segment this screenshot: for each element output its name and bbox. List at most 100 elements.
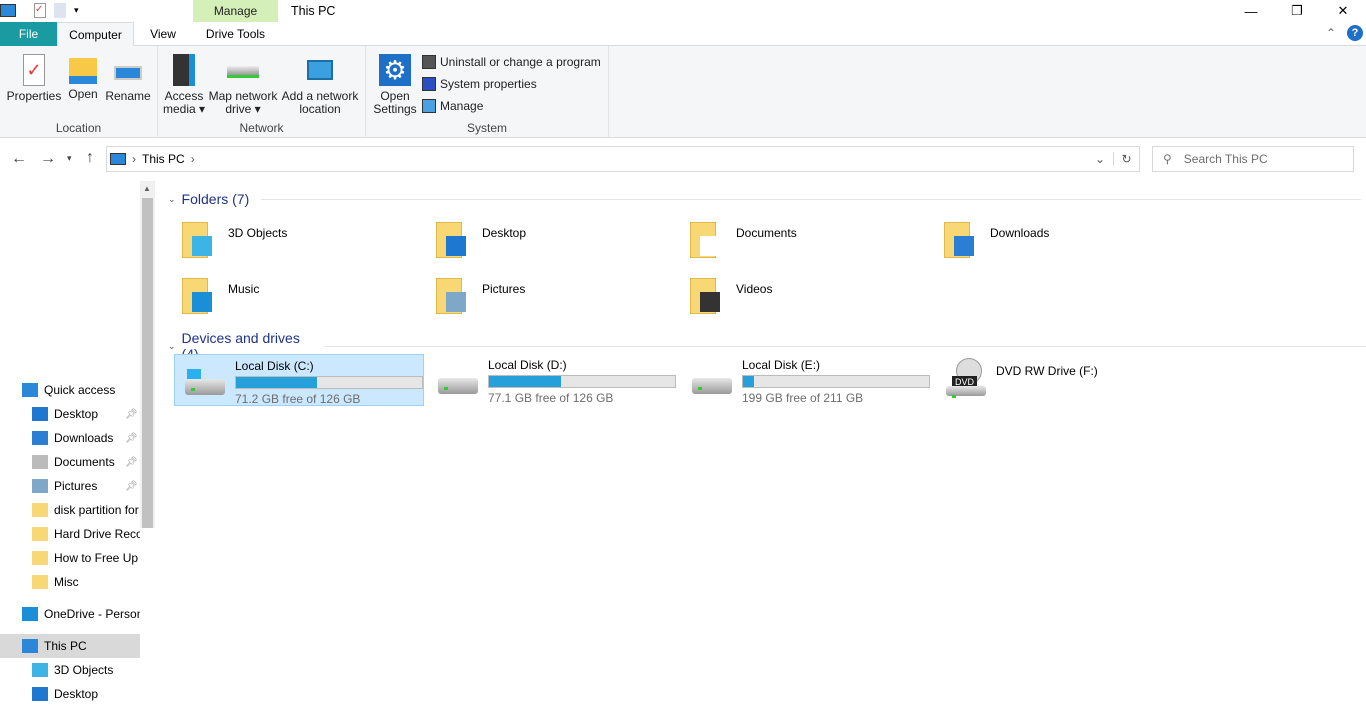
drive-name: Local Disk (C:) xyxy=(235,359,314,373)
pin-icon[interactable]: 📌︎ xyxy=(125,481,138,492)
folder-name: 3D Objects xyxy=(228,226,288,240)
drive-item[interactable]: Local Disk (C:) 71.2 GB free of 126 GB xyxy=(174,354,424,406)
folder-item[interactable]: Desktop xyxy=(434,218,526,268)
location-group: ✓ Properties Open Rename Location xyxy=(0,46,158,138)
tab-drive-tools[interactable]: Drive Tools xyxy=(193,22,278,46)
forward-button[interactable]: → xyxy=(40,150,56,168)
back-button[interactable]: ← xyxy=(11,150,27,168)
picture-icon xyxy=(32,479,48,493)
close-button[interactable]: ✕ xyxy=(1320,0,1366,22)
sidebar-item[interactable]: How to Free Up xyxy=(0,546,140,570)
sidebar-item-label: Pictures xyxy=(54,479,98,493)
sidebar-item-label: Quick access xyxy=(44,383,116,397)
drive-usage-bar xyxy=(742,375,930,388)
properties-icon[interactable]: ✓ xyxy=(34,3,46,18)
sidebar-item[interactable]: Quick access xyxy=(0,378,140,402)
search-box[interactable]: ⚲ Search This PC xyxy=(1152,146,1354,172)
folder-item[interactable]: 3D Objects xyxy=(180,218,287,268)
new-folder-icon[interactable] xyxy=(54,3,66,18)
breadcrumb-this-pc[interactable]: This PC xyxy=(142,152,185,166)
pin-icon[interactable]: 📌︎ xyxy=(125,433,138,444)
rename-button[interactable]: Rename xyxy=(104,54,152,103)
sidebar-item[interactable]: This PC xyxy=(0,634,140,658)
drive-item[interactable]: DVD DVD RW Drive (F:) xyxy=(936,354,1186,406)
scroll-up-arrow[interactable]: ▲ xyxy=(143,184,151,193)
folder-icon xyxy=(180,274,220,314)
sidebar-item[interactable]: Downloads 📌︎ xyxy=(0,426,140,450)
tab-view[interactable]: View xyxy=(134,22,192,46)
up-button[interactable]: ↑ xyxy=(86,149,94,167)
sidebar-item-label: Desktop xyxy=(54,687,99,701)
hard-drive-icon xyxy=(181,357,229,401)
sidebar-item-label: This PC xyxy=(44,639,87,653)
scrollbar-thumb[interactable] xyxy=(142,198,153,528)
drive-item[interactable]: Local Disk (D:) 77.1 GB free of 126 GB xyxy=(428,354,678,406)
minimize-button[interactable]: — xyxy=(1228,0,1274,22)
sidebar-item[interactable]: OneDrive - Person xyxy=(0,602,140,626)
map-network-drive-button[interactable]: Map network drive ▾ xyxy=(208,54,278,116)
sidebar-item-label: Desktop xyxy=(54,407,99,421)
rename-icon xyxy=(114,66,142,80)
sidebar-item[interactable]: Misc xyxy=(0,570,140,594)
computer-icon xyxy=(22,639,38,653)
group-label: Location xyxy=(55,121,102,135)
sidebar-item-label: Hard Drive Reco xyxy=(54,527,140,541)
maximize-button[interactable]: ❐ xyxy=(1274,0,1320,22)
folder-name: Pictures xyxy=(482,282,526,296)
collapse-ribbon-icon[interactable]: ⌃ xyxy=(1326,26,1336,40)
uninstall-program-button[interactable]: Uninstall or change a program xyxy=(422,55,601,69)
sidebar-item[interactable]: 3D Objects xyxy=(0,658,140,682)
manage-context-tab: Manage xyxy=(193,0,278,22)
open-button[interactable]: Open xyxy=(64,54,102,101)
star-icon xyxy=(22,383,38,397)
group-label: System xyxy=(466,121,507,135)
folder-name: Downloads xyxy=(990,226,1050,240)
folder-item[interactable]: Pictures xyxy=(434,274,525,324)
sidebar-item[interactable]: Documents 📌︎ xyxy=(0,450,140,474)
drive-item[interactable]: Local Disk (E:) 199 GB free of 211 GB xyxy=(682,354,932,406)
tab-computer[interactable]: Computer xyxy=(57,22,134,47)
add-network-location-button[interactable]: Add a network location xyxy=(280,54,360,116)
folder-icon xyxy=(688,218,728,258)
folder-item[interactable]: Documents xyxy=(688,218,797,268)
access-media-button[interactable]: Access media ▾ xyxy=(162,54,206,116)
folder-icon xyxy=(32,527,48,541)
customize-dropdown-icon[interactable]: ▾ xyxy=(74,5,79,16)
breadcrumb-separator: › xyxy=(132,152,136,166)
tab-file[interactable]: File xyxy=(0,22,57,46)
pin-icon[interactable]: 📌︎ xyxy=(125,457,138,468)
folder-item[interactable]: Downloads xyxy=(942,218,1049,268)
ribbon-tabs: File Computer View Drive Tools ⌃ ? xyxy=(0,22,1366,47)
folder-item[interactable]: Videos xyxy=(688,274,772,324)
address-bar[interactable]: › This PC › ⌄ ↻ xyxy=(106,146,1140,172)
sidebar-item[interactable]: Desktop 📌︎ xyxy=(0,402,140,426)
sidebar-item[interactable]: disk partition for xyxy=(0,498,140,522)
manage-button[interactable]: Manage xyxy=(422,99,483,113)
drive-free-space: 199 GB free of 211 GB xyxy=(742,391,864,405)
sidebar-item-label: Downloads xyxy=(54,431,114,445)
sidebar-item[interactable]: Hard Drive Reco xyxy=(0,522,140,546)
recent-locations-dropdown[interactable]: ▾ xyxy=(67,153,72,164)
sidebar-item[interactable]: Desktop xyxy=(0,682,140,706)
desktop-icon xyxy=(32,687,48,701)
sidebar-item[interactable]: Pictures 📌︎ xyxy=(0,474,140,498)
download-icon xyxy=(32,431,48,445)
refresh-button[interactable]: ↻ xyxy=(1113,152,1139,166)
folders-section-header[interactable]: ⌄ Folders (7) xyxy=(168,191,1361,207)
sidebar-item-label: Misc xyxy=(54,575,79,589)
group-label: Network xyxy=(239,121,284,135)
address-dropdown-button[interactable]: ⌄ xyxy=(1095,152,1105,166)
folder-item[interactable]: Music xyxy=(180,274,259,324)
open-settings-button[interactable]: ⚙ Open Settings xyxy=(370,54,420,116)
system-properties-button[interactable]: System properties xyxy=(422,77,537,91)
sidebar-item-label: Documents xyxy=(54,455,115,469)
sidebar-item-label: OneDrive - Person xyxy=(44,607,140,621)
folder-icon xyxy=(32,551,48,565)
manage-icon xyxy=(422,99,436,113)
drive-usage-bar xyxy=(235,376,423,389)
ribbon: ✓ Properties Open Rename Location Access … xyxy=(0,46,1366,138)
pin-icon[interactable]: 📌︎ xyxy=(125,409,138,420)
network-drive-icon xyxy=(227,66,259,78)
help-icon[interactable]: ? xyxy=(1347,25,1363,41)
properties-button[interactable]: ✓ Properties xyxy=(6,54,62,103)
